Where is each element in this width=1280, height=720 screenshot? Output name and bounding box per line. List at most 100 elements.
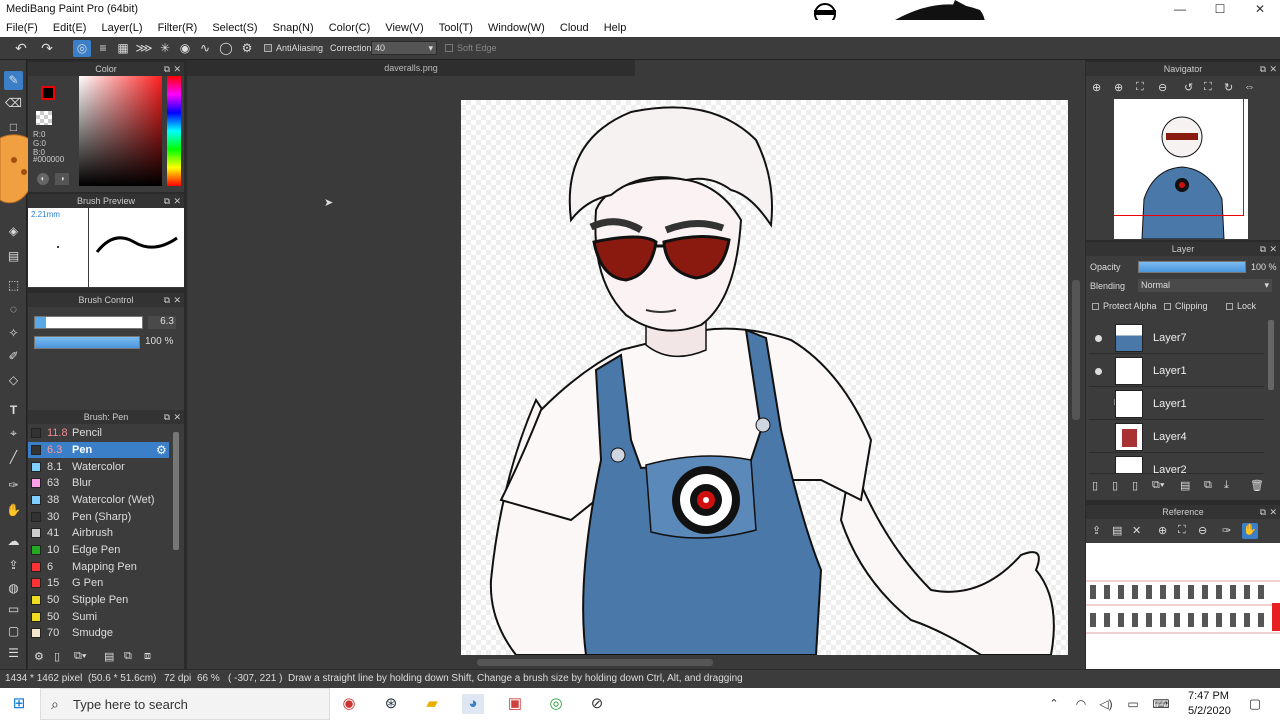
maximize-button[interactable]: ☐ — [1200, 0, 1240, 20]
share-icon[interactable]: ⇪ — [4, 556, 23, 575]
undock-icon[interactable]: ⧉ — [164, 293, 170, 307]
paint-icon[interactable]: ◍ — [4, 579, 23, 598]
magic-wand-icon[interactable]: ✧ — [4, 324, 23, 343]
radial-ruler-icon[interactable]: ✳ — [156, 40, 174, 57]
text-tool-icon[interactable]: T — [4, 401, 23, 420]
brush-size-slider[interactable] — [34, 316, 143, 329]
blending-select[interactable]: Normal ▾ — [1138, 279, 1272, 292]
close-panel-icon[interactable]: ✕ — [173, 194, 181, 208]
layer-row[interactable]: Layer2 — [1089, 454, 1264, 474]
transparent-color-swatch[interactable] — [36, 111, 52, 125]
soft-edge-checkbox[interactable] — [445, 44, 453, 52]
brush-settings-gear-icon[interactable]: ⚙ — [156, 443, 167, 457]
stroke-mode-icon[interactable]: ◎ — [73, 40, 91, 57]
brush-item-pencil[interactable]: 11.8 Pencil — [28, 425, 169, 441]
menu-cloud[interactable]: Cloud — [554, 20, 595, 36]
app-icon[interactable]: ⊘ — [586, 694, 608, 714]
panel-toggle-icon[interactable]: ▢ — [4, 622, 23, 641]
perspective-icon[interactable]: ⋙ — [135, 40, 153, 57]
ref-hand-icon[interactable]: ✋ — [1242, 523, 1258, 539]
concentric-ruler-icon[interactable]: ◉ — [176, 40, 194, 57]
new-8bit-layer-icon[interactable]: ▯ — [1132, 479, 1138, 492]
ref-fit-icon[interactable]: ⛶ — [1178, 524, 1186, 537]
new-layer-icon[interactable]: ▯ — [1092, 479, 1098, 492]
select-pen-icon[interactable]: ✐ — [4, 347, 23, 366]
menu-select[interactable]: Select(S) — [206, 20, 263, 36]
brush-item-g-pen[interactable]: 15 G Pen — [28, 575, 169, 591]
brush-item-blur[interactable]: 63 Blur — [28, 475, 169, 491]
close-button[interactable]: ✕ — [1240, 0, 1280, 20]
wifi-icon[interactable]: ◠ — [1070, 694, 1092, 714]
select-eraser-icon[interactable]: ◇ — [4, 371, 23, 390]
settings-gear-icon[interactable]: ⚙ — [238, 40, 256, 57]
menu-layer[interactable]: Layer(L) — [96, 20, 149, 36]
canvas-vertical-scrollbar[interactable] — [1072, 280, 1080, 420]
correction-select[interactable]: 40 ▾ — [371, 41, 437, 55]
palette-icon[interactable]: ◐ — [37, 173, 49, 185]
layer-row[interactable]: ⇂Layer1 — [1089, 388, 1264, 420]
duplicate-layer-icon[interactable]: ⧉ — [1204, 479, 1212, 492]
chrome-icon[interactable]: ◎ — [545, 694, 567, 714]
layer-opacity-slider[interactable] — [1138, 261, 1246, 273]
undock-icon[interactable]: ⧉ — [1260, 505, 1266, 519]
taskbar-search-box[interactable]: ⌕ Type here to search — [40, 688, 330, 720]
fit-icon[interactable]: ⛶ — [1136, 81, 1144, 94]
delete-layer-icon[interactable]: 🗑 — [1250, 479, 1264, 492]
layer-list-scrollbar[interactable] — [1268, 320, 1274, 390]
brush-add-icon[interactable]: ⚙ — [34, 650, 44, 663]
brush-item-airbrush[interactable]: 41 Airbrush — [28, 525, 169, 541]
menu-help[interactable]: Help — [598, 20, 633, 36]
menu-file[interactable]: File(F) — [0, 20, 44, 36]
layer-row[interactable]: Layer1 — [1089, 355, 1264, 387]
brush-options-icon[interactable]: ⧉▾ — [74, 650, 86, 663]
copy-brush-icon[interactable]: ⧉ — [124, 650, 132, 663]
protect-alpha-checkbox[interactable] — [1092, 303, 1099, 310]
minimize-button[interactable]: — — [1160, 0, 1200, 20]
antialiasing-checkbox[interactable] — [264, 44, 272, 52]
undock-icon[interactable]: ⧉ — [164, 410, 170, 424]
ref-eyedropper-icon[interactable]: ✑ — [1222, 524, 1231, 537]
foreground-color-swatch[interactable] — [41, 86, 55, 100]
brush-item-pen-sharp[interactable]: 30 Pen (Sharp) — [28, 509, 169, 525]
medibang-icon[interactable]: ◕ — [462, 694, 484, 714]
eraser-tool-icon[interactable]: ⌫ — [4, 94, 23, 113]
brush-item-mapping-pen[interactable]: 6 Mapping Pen — [28, 559, 169, 575]
menu-filter[interactable]: Filter(R) — [152, 20, 204, 36]
gradient-tool-icon[interactable]: ▤ — [4, 247, 23, 266]
reference-image[interactable] — [1086, 543, 1280, 669]
brush-list-scrollbar[interactable] — [173, 432, 179, 550]
layer-options-icon[interactable]: ⧉▾ — [1152, 479, 1164, 492]
merge-layer-icon[interactable]: ⤓ — [1224, 479, 1229, 492]
visibility-eye-icon[interactable] — [1095, 368, 1102, 375]
ellipse-ruler-icon[interactable]: ◯ — [217, 40, 235, 57]
brush-size-value[interactable]: 6.3 — [148, 316, 176, 329]
notifications-icon[interactable]: ▢ — [1244, 694, 1266, 714]
zoom-in-icon[interactable]: ⊕ — [1092, 81, 1101, 94]
windows-start-icon[interactable]: ⊞ — [8, 694, 30, 714]
brush-opacity-slider[interactable] — [34, 336, 140, 349]
menu-snap[interactable]: Snap(N) — [267, 20, 320, 36]
comment-icon[interactable]: ▭ — [4, 600, 23, 619]
menu-color[interactable]: Color(C) — [323, 20, 377, 36]
operation-tool-icon[interactable]: ⌖ — [4, 424, 23, 443]
brush-item-stipple-pen[interactable]: 50 Stipple Pen — [28, 592, 169, 608]
close-panel-icon[interactable]: ✕ — [173, 62, 181, 76]
redo-icon[interactable]: ↷ — [38, 40, 56, 57]
brush-item-pen[interactable]: 6.3 Pen ⚙ — [28, 442, 169, 458]
flip-icon[interactable]: ⇔ — [1244, 81, 1255, 93]
clock-time[interactable]: 7:47 PM — [1188, 690, 1229, 702]
saturation-value-picker[interactable] — [79, 76, 162, 186]
close-panel-icon[interactable]: ✕ — [1269, 62, 1277, 76]
reset-view-icon[interactable]: ⛶ — [1204, 81, 1212, 94]
list-icon[interactable]: ☰ — [4, 644, 23, 663]
video-app-icon[interactable]: ▣ — [504, 694, 526, 714]
fill-tool-icon[interactable]: ◈ — [4, 222, 23, 241]
undock-icon[interactable]: ⧉ — [164, 62, 170, 76]
visibility-eye-icon[interactable] — [1095, 335, 1102, 342]
parallel-ruler-icon[interactable]: ≡ — [94, 40, 112, 57]
rotate-left-icon[interactable]: ↺ — [1184, 81, 1193, 94]
brush-item-watercolor[interactable]: 8.1 Watercolor — [28, 459, 169, 475]
hue-slider[interactable] — [167, 76, 181, 186]
close-panel-icon[interactable]: ✕ — [173, 410, 181, 424]
new-halftone-layer-icon[interactable]: ▯ — [1112, 479, 1118, 492]
